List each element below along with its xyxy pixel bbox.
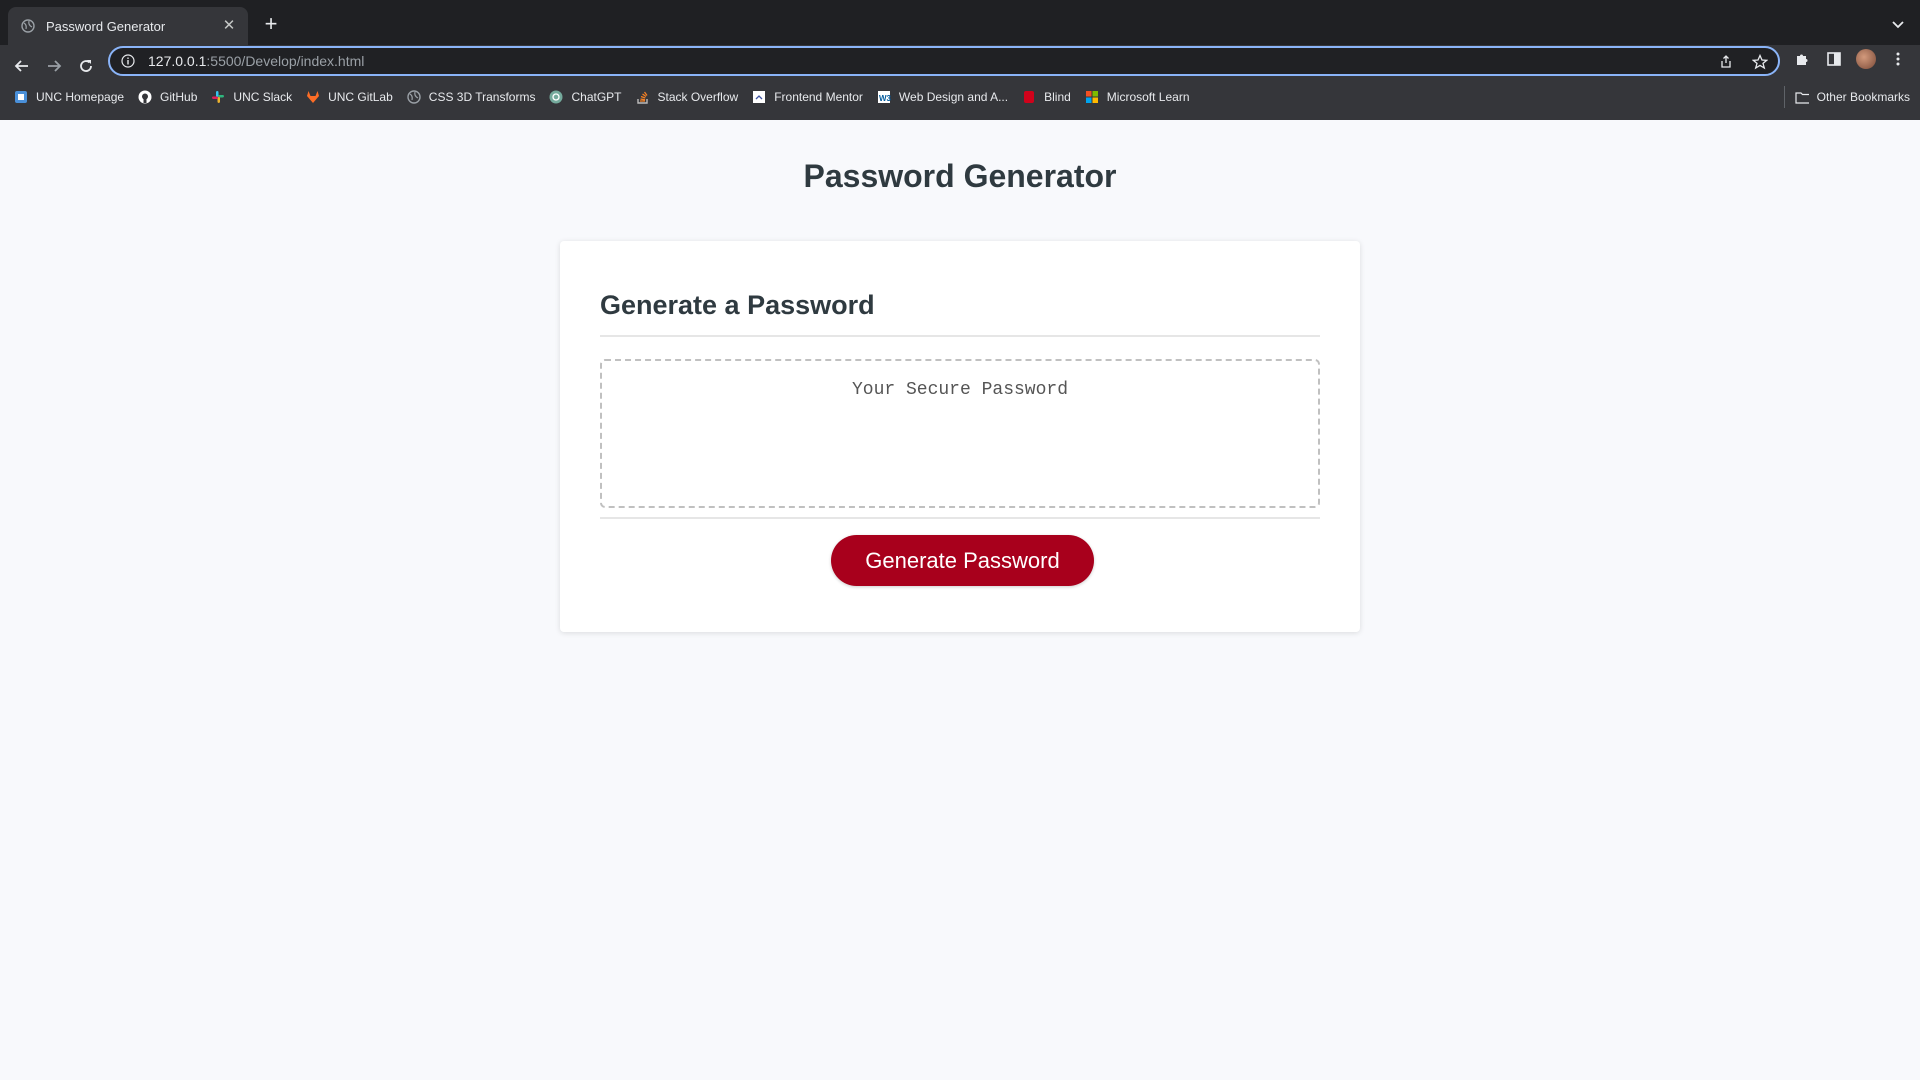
bookmark-frontend-mentor[interactable]: Frontend Mentor — [752, 86, 863, 108]
tab-strip: Password Generator ✕ + — [0, 0, 1920, 45]
forward-arrow-icon[interactable] — [43, 55, 65, 77]
info-icon[interactable] — [120, 53, 136, 69]
bookmark-label: CSS 3D Transforms — [428, 90, 536, 104]
bookmark-blind[interactable]: Blind — [1022, 86, 1071, 108]
chatgpt-icon — [549, 90, 563, 104]
extensions-puzzle-icon[interactable] — [1792, 49, 1812, 69]
bookmark-label: UNC Homepage — [36, 90, 125, 104]
close-icon[interactable]: ✕ — [220, 17, 238, 35]
share-icon[interactable] — [1716, 52, 1736, 72]
star-icon[interactable] — [1750, 52, 1770, 72]
bookmark-css-3d-transforms[interactable]: CSS 3D Transforms — [407, 86, 536, 108]
other-bookmarks[interactable]: Other Bookmarks — [1783, 86, 1910, 108]
back-arrow-icon[interactable] — [11, 55, 33, 77]
bookmark-unc-slack[interactable]: UNC Slack — [211, 86, 292, 108]
bookmark-microsoft-learn[interactable]: Microsoft Learn — [1085, 86, 1190, 108]
github-icon — [138, 90, 152, 104]
card-header: Generate a Password — [600, 290, 1320, 337]
tab-title: Password Generator — [46, 18, 166, 34]
profile-avatar[interactable] — [1856, 49, 1876, 69]
chevron-down-icon[interactable] — [1892, 16, 1904, 34]
bookmark-label: Stack Overflow — [657, 90, 739, 104]
globe-icon — [407, 90, 421, 104]
bookmark-chatgpt[interactable]: ChatGPT — [549, 86, 622, 108]
reload-icon[interactable] — [75, 55, 97, 77]
bookmark-label: Microsoft Learn — [1106, 90, 1190, 104]
generate-password-button[interactable]: Generate Password — [831, 535, 1094, 586]
slack-icon — [211, 90, 225, 104]
address-bar[interactable]: 127.0.0.1:5500/Develop/index.html — [108, 46, 1780, 76]
browser-tab[interactable]: Password Generator ✕ — [8, 7, 248, 45]
kebab-menu-icon[interactable] — [1888, 49, 1908, 69]
bookmarks-bar: UNC Homepage GitHub UNC Slack UNC GitLab… — [0, 83, 1920, 111]
url-text: 127.0.0.1:5500/Develop/index.html — [148, 53, 364, 69]
url-path: :5500/Develop/index.html — [206, 53, 365, 69]
blind-icon — [1022, 90, 1036, 104]
browser-toolbar: 127.0.0.1:5500/Develop/index.html UNC Ho… — [0, 45, 1920, 120]
url-host: 127.0.0.1 — [148, 53, 207, 69]
bookmark-stack-overflow[interactable]: Stack Overflow — [636, 86, 739, 108]
unc-homepage-icon — [14, 90, 28, 104]
new-tab-icon[interactable]: + — [260, 13, 282, 35]
page-title: Password Generator — [803, 158, 1117, 194]
side-panel-icon[interactable] — [1824, 49, 1844, 69]
bookmark-label: Frontend Mentor — [774, 90, 863, 104]
card-title: Generate a Password — [600, 290, 875, 320]
bookmark-unc-homepage[interactable]: UNC Homepage — [14, 86, 124, 108]
bookmark-label: Web Design and A... — [898, 90, 1009, 104]
globe-icon — [20, 19, 35, 34]
bookmark-label: GitHub — [160, 90, 198, 104]
password-output[interactable] — [600, 359, 1320, 508]
gitlab-icon — [306, 90, 320, 104]
stackoverflow-icon — [636, 90, 650, 104]
microsoft-icon — [1085, 90, 1099, 104]
frontend-mentor-icon — [752, 90, 766, 104]
svg-text:W3: W3 — [879, 94, 891, 103]
bookmark-unc-gitlab[interactable]: UNC GitLab — [306, 86, 393, 108]
other-bookmarks-label: Other Bookmarks — [1816, 90, 1910, 104]
bookmark-github[interactable]: GitHub — [138, 86, 197, 108]
w3-icon: W3 — [877, 90, 891, 104]
bookmark-label: UNC Slack — [233, 90, 293, 104]
bookmark-label: UNC GitLab — [328, 90, 393, 104]
card-footer-divider — [600, 517, 1320, 519]
bookmark-web-design[interactable]: W3 Web Design and A... — [877, 86, 1008, 108]
generator-card: Generate a Password Generate Password — [560, 241, 1360, 632]
bookmark-label: ChatGPT — [571, 90, 622, 104]
folder-icon — [1795, 90, 1809, 104]
bookmark-label: Blind — [1044, 90, 1071, 104]
